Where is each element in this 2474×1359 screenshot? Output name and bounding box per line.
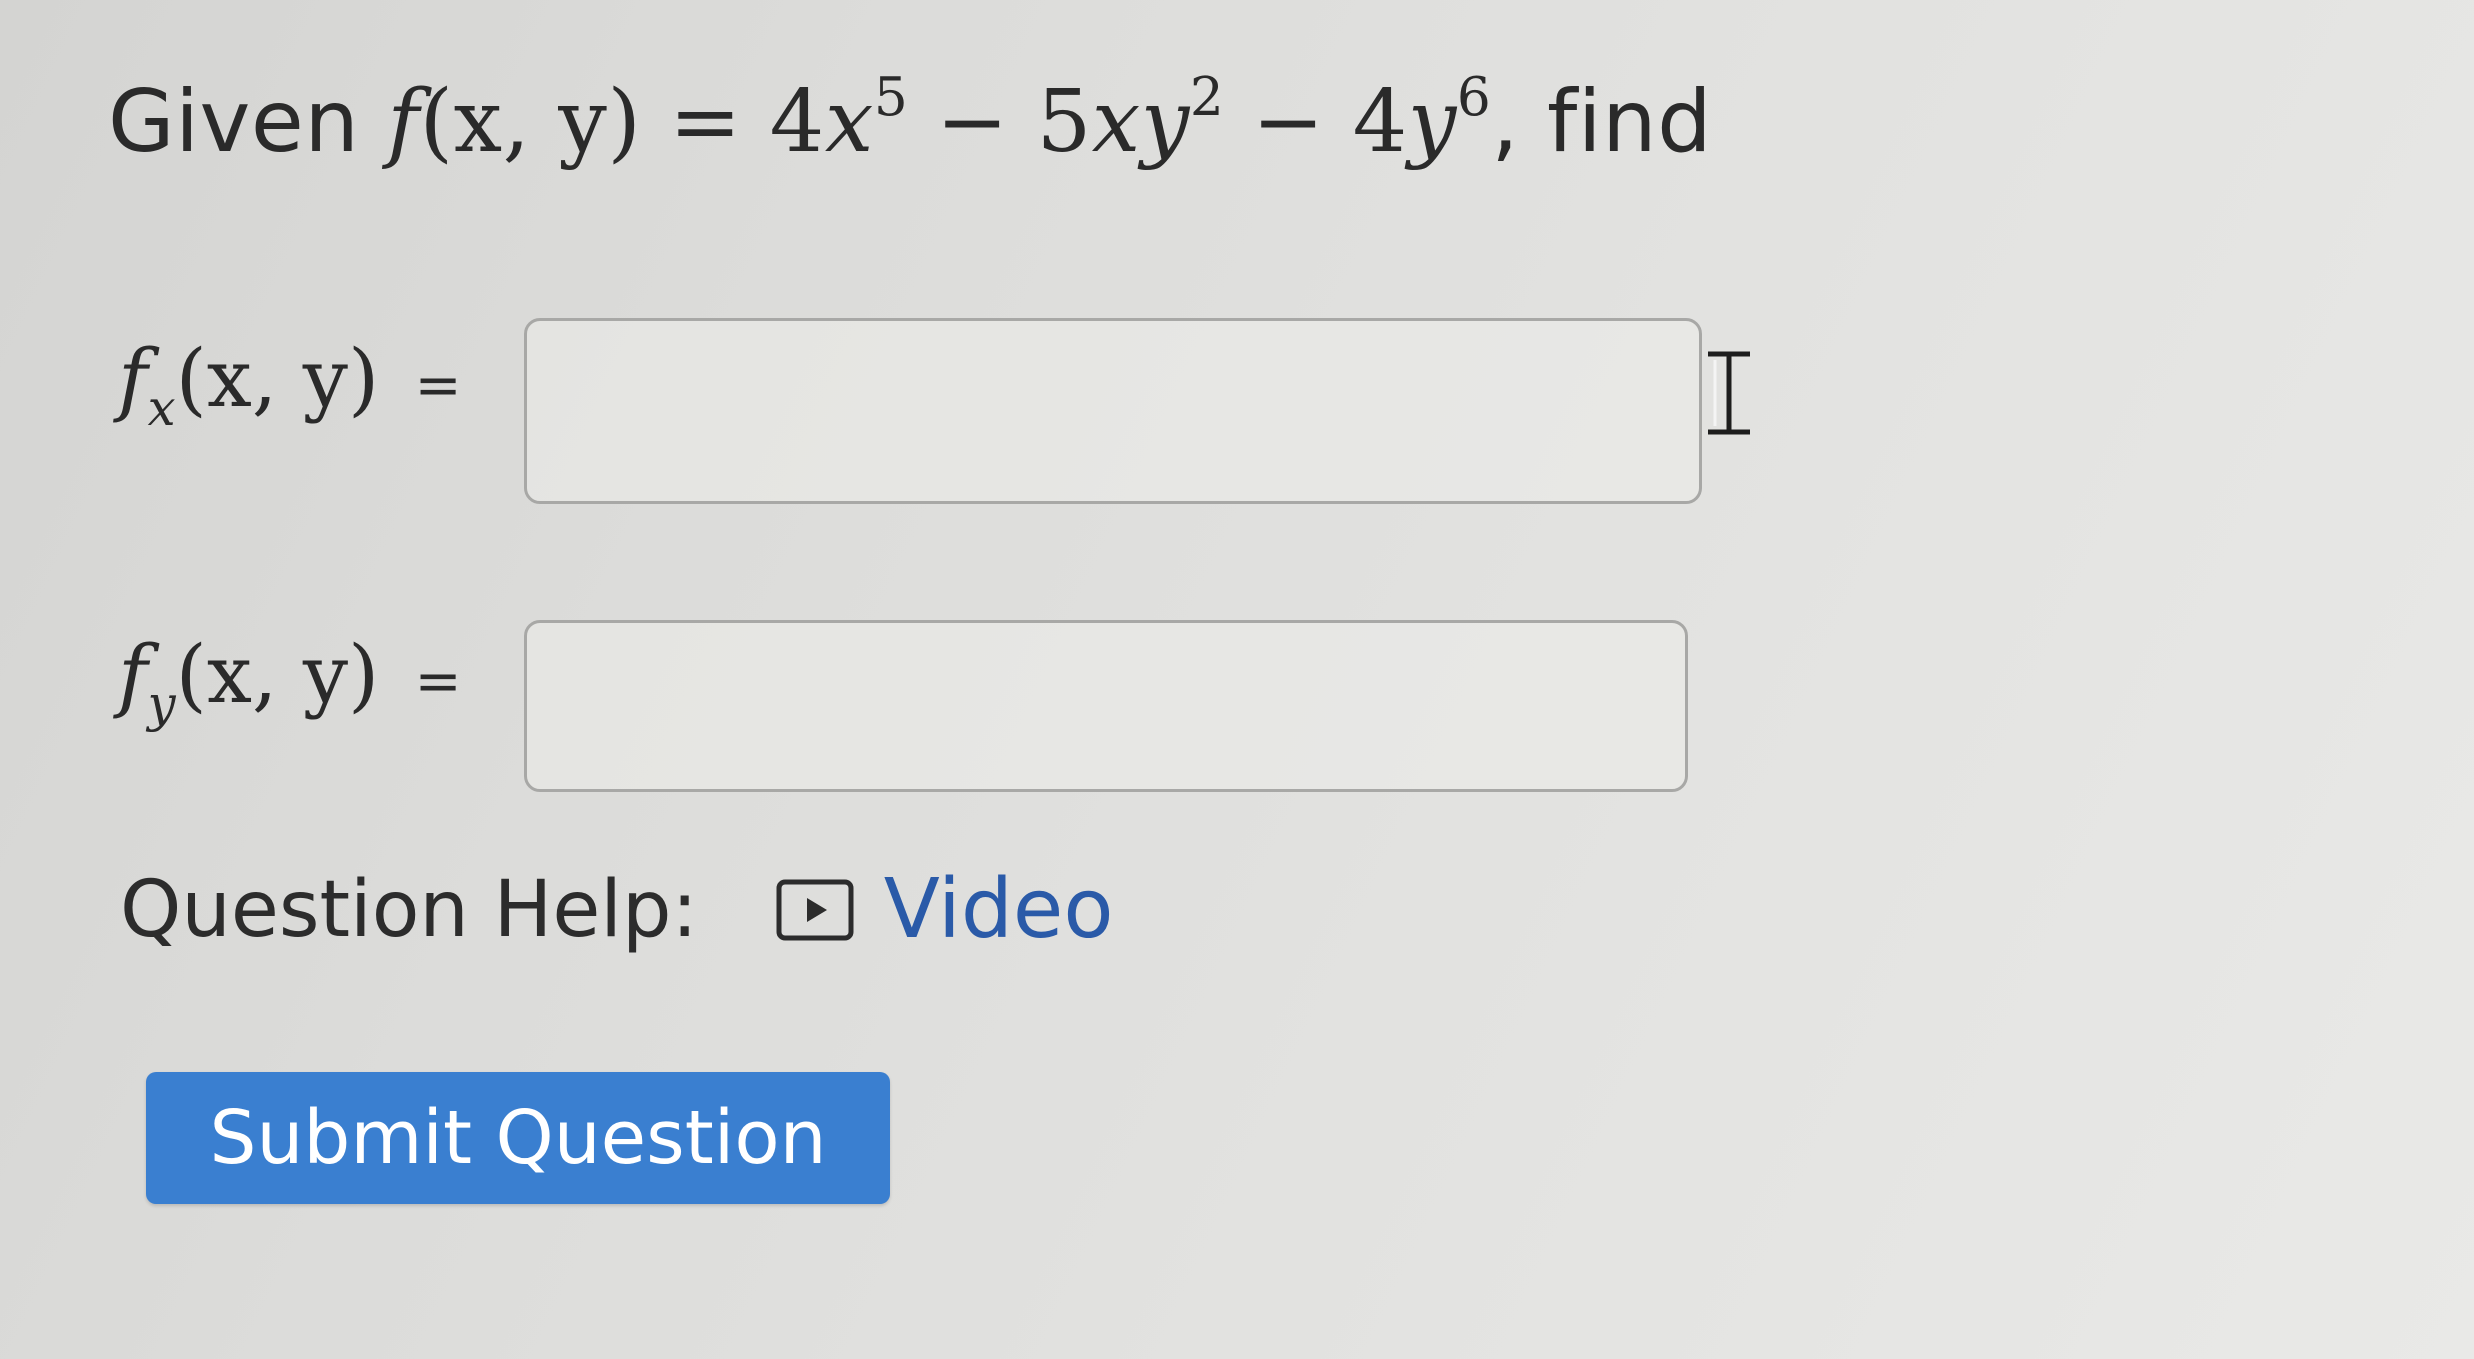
fx-answer-input[interactable]	[524, 318, 1702, 504]
fx-label: fx(x, y) =	[118, 332, 462, 438]
fy-answer-input[interactable]	[524, 620, 1688, 792]
question-help: Question Help: Video	[120, 862, 1114, 957]
play-icon	[776, 879, 854, 940]
question-prompt: Given f(x, y) = 4x5 − 5xy2 − 4y6, find	[108, 65, 1713, 172]
find-label: , find	[1491, 72, 1713, 172]
submit-question-button[interactable]: Submit Question	[146, 1072, 890, 1204]
given-label: Given	[108, 72, 360, 172]
question-help-label: Question Help:	[120, 864, 698, 955]
video-link-label: Video	[883, 862, 1114, 957]
text-cursor-icon	[1708, 351, 1750, 435]
function-definition: f(x, y) = 4x5 − 5xy2 − 4y6	[387, 65, 1492, 172]
fy-label: fy(x, y) =	[118, 628, 462, 734]
video-help-link[interactable]: Video	[776, 862, 1114, 957]
